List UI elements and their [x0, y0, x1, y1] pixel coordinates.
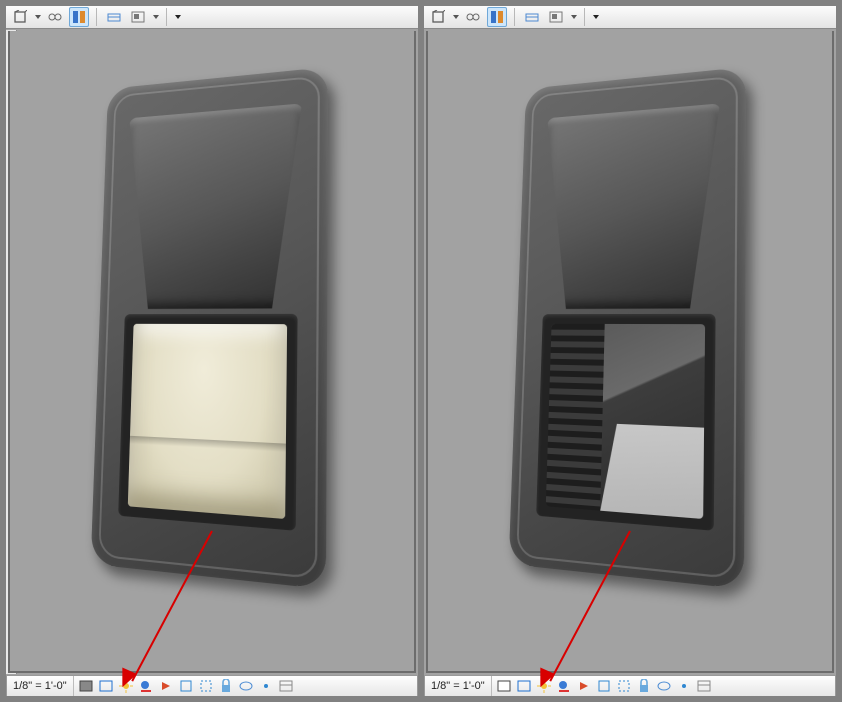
- scale-display[interactable]: 1/8" = 1'-0": [7, 676, 74, 696]
- toilet-paper-dispenser-model: [509, 69, 743, 568]
- temp-hide-icon[interactable]: [238, 678, 254, 694]
- dropdown-icon[interactable]: [571, 15, 577, 19]
- separator-icon: [96, 8, 97, 26]
- separator-icon: [166, 8, 167, 26]
- view-properties-icon[interactable]: [696, 678, 712, 694]
- hide-category-icon[interactable]: [546, 7, 566, 27]
- hide-category-icon[interactable]: [128, 7, 148, 27]
- paper-roll: [128, 324, 287, 520]
- crop-region-icon[interactable]: [616, 678, 632, 694]
- shadows-icon[interactable]: [556, 678, 572, 694]
- wall-plate: [90, 67, 328, 590]
- wall-plate: [508, 67, 746, 590]
- separator-icon: [584, 8, 585, 26]
- view-control-bar: 1/8" = 1'-0": [424, 675, 836, 696]
- crop-region-icon[interactable]: [198, 678, 214, 694]
- view-toolbar: [6, 6, 418, 29]
- lock-view-icon[interactable]: [218, 678, 234, 694]
- dropdown-icon[interactable]: [35, 15, 41, 19]
- overflow-icon[interactable]: [175, 15, 181, 19]
- model-display-icon[interactable]: [516, 678, 532, 694]
- reveal-hidden-icon[interactable]: [258, 678, 274, 694]
- toilet-paper-dispenser-model: [91, 69, 325, 568]
- model-display-icon[interactable]: [98, 678, 114, 694]
- temp-hide-icon[interactable]: [656, 678, 672, 694]
- lock-view-icon[interactable]: [636, 678, 652, 694]
- sun-path-icon[interactable]: [536, 678, 552, 694]
- crop-icon[interactable]: [596, 678, 612, 694]
- roll-cavity: [128, 324, 287, 520]
- dropdown-icon[interactable]: [153, 15, 159, 19]
- separator-icon: [514, 8, 515, 26]
- rendering-icon[interactable]: [576, 678, 592, 694]
- scale-display[interactable]: 1/8" = 1'-0": [425, 676, 492, 696]
- viewport-pane-left: 1/8" = 1'-0": [6, 6, 421, 696]
- scale-value: 1/8" = 1'-0": [431, 680, 485, 692]
- visual-style-icon[interactable]: [496, 678, 512, 694]
- upper-hopper: [123, 104, 302, 310]
- thin-lines-icon[interactable]: [487, 7, 507, 27]
- view-cube-icon[interactable]: [428, 7, 448, 27]
- lower-frame: [536, 314, 716, 532]
- visual-style-icon[interactable]: [78, 678, 94, 694]
- reveal-hidden-icon[interactable]: [676, 678, 692, 694]
- rendering-icon[interactable]: [158, 678, 174, 694]
- overflow-icon[interactable]: [593, 15, 599, 19]
- sun-path-icon[interactable]: [118, 678, 134, 694]
- glasses-icon[interactable]: [45, 7, 65, 27]
- comparison-container: 1/8" = 1'-0": [0, 0, 842, 702]
- detail-level-icon[interactable]: [522, 7, 542, 27]
- drawing-canvas[interactable]: [8, 31, 416, 673]
- view-properties-icon[interactable]: [278, 678, 294, 694]
- view-control-bar: 1/8" = 1'-0": [6, 675, 418, 696]
- roll-cavity-empty: [546, 324, 705, 520]
- shadows-icon[interactable]: [138, 678, 154, 694]
- scale-value: 1/8" = 1'-0": [13, 680, 67, 692]
- viewport-pane-right: 1/8" = 1'-0": [421, 6, 836, 696]
- glasses-icon[interactable]: [463, 7, 483, 27]
- crop-icon[interactable]: [178, 678, 194, 694]
- drawing-canvas[interactable]: [426, 31, 834, 673]
- lower-frame: [118, 314, 298, 532]
- view-cube-icon[interactable]: [10, 7, 30, 27]
- upper-hopper: [541, 104, 720, 310]
- thin-lines-icon[interactable]: [69, 7, 89, 27]
- detail-level-icon[interactable]: [104, 7, 124, 27]
- view-toolbar: [424, 6, 836, 29]
- dropdown-icon[interactable]: [453, 15, 459, 19]
